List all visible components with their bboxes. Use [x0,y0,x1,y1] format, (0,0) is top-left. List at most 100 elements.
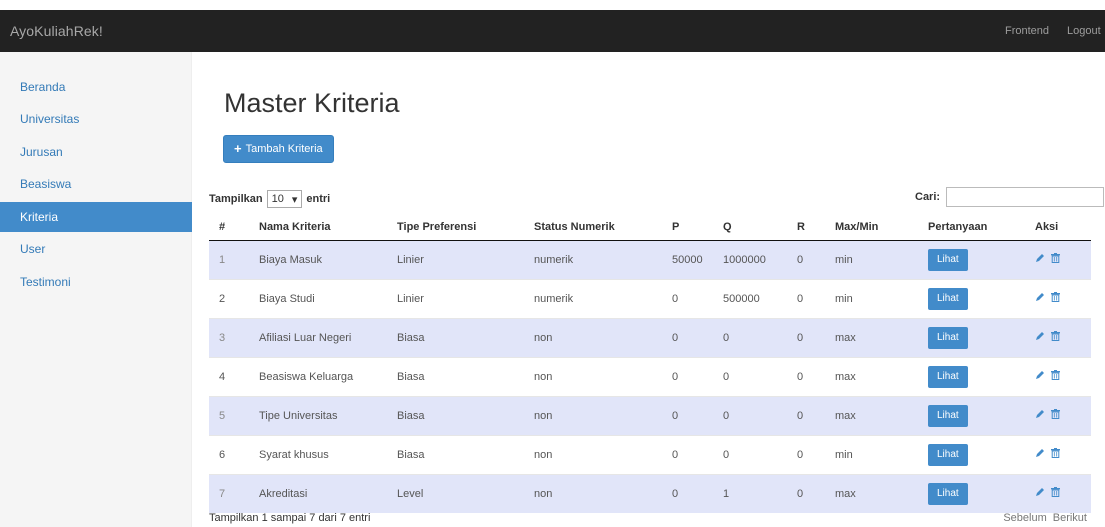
pencil-icon[interactable] [1035,409,1045,422]
table-cell: 5 [209,395,249,435]
column-header[interactable]: Nama Kriteria [249,214,387,241]
table-cell: min [825,278,918,318]
table-cell: Afiliasi Luar Negeri [249,317,387,357]
column-header[interactable]: Q [713,214,787,241]
question-cell: Lihat [918,356,1025,396]
action-cell [1025,473,1091,513]
column-header[interactable]: Pertanyaan [918,214,1025,241]
pencil-icon[interactable] [1035,487,1045,500]
table-cell: 1000000 [713,239,787,279]
view-questions-button[interactable]: Lihat [928,443,968,466]
length-value: 10 [271,193,284,205]
trash-icon[interactable] [1051,487,1060,500]
column-header[interactable]: Aksi [1025,214,1091,241]
pencil-icon[interactable] [1035,370,1045,383]
table-cell: 0 [662,395,713,435]
search-input[interactable] [946,187,1105,207]
pencil-icon[interactable] [1035,448,1045,461]
pencil-icon[interactable] [1035,331,1045,344]
table-cell: numerik [524,239,662,279]
view-questions-button[interactable]: Lihat [928,326,968,349]
table-cell: Akreditasi [249,473,387,513]
table-cell: 0 [787,239,825,279]
table-cell: non [524,473,662,513]
length-control: Tampilkan 10 ▾ entri [209,190,330,208]
sidebar-item-beranda[interactable]: Beranda [0,72,192,102]
length-prefix: Tampilkan [209,193,263,205]
table-cell: Level [387,473,524,513]
navbar-links: Frontend Logout [1005,25,1105,37]
next-page-button[interactable]: Berikut [1053,512,1087,524]
table-cell: min [825,434,918,474]
pencil-icon[interactable] [1035,292,1045,305]
trash-icon[interactable] [1051,292,1060,305]
table-cell: Linier [387,278,524,318]
table-cell: 0 [662,317,713,357]
column-header[interactable]: Tipe Preferensi [387,214,524,241]
trash-icon[interactable] [1051,370,1060,383]
sidebar-item-jurusan[interactable]: Jurusan [0,137,192,167]
table-header-row: # Nama Kriteria Tipe Preferensi Status N… [209,214,1091,241]
table-cell: 0 [662,434,713,474]
trash-icon[interactable] [1051,448,1060,461]
table-cell: 0 [662,356,713,396]
frontend-link[interactable]: Frontend [1005,25,1049,37]
column-header[interactable]: # [209,214,249,241]
table-row: 1 Biaya Masuk Linier numerik 50000 1000000 0 mi… [209,239,1091,279]
add-criteria-label: Tambah Kriteria [245,143,323,155]
add-criteria-button[interactable]: + Tambah Kriteria [223,135,334,163]
column-header[interactable]: P [662,214,713,241]
table-cell: Biaya Masuk [249,239,387,279]
action-cell [1025,317,1091,357]
length-select[interactable]: 10 ▾ [266,190,303,208]
table-row: 6 Syarat khusus Biasa non 0 0 0 min Lihat [209,434,1091,474]
brand-logo[interactable]: AyoKuliahRek! [10,23,103,39]
trash-icon[interactable] [1051,331,1060,344]
table-row: 7 Akreditasi Level non 0 1 0 max Lihat [209,473,1091,513]
view-questions-button[interactable]: Lihat [928,287,968,310]
trash-icon[interactable] [1051,409,1060,422]
view-questions-button[interactable]: Lihat [928,404,968,427]
sidebar-item-beasiswa[interactable]: Beasiswa [0,169,192,199]
sidebar-item-kriteria[interactable]: Kriteria [0,202,192,232]
table-cell: Biasa [387,317,524,357]
pencil-icon[interactable] [1035,253,1045,266]
chevron-down-icon: ▾ [291,193,298,206]
question-cell: Lihat [918,395,1025,435]
view-questions-button[interactable]: Lihat [928,482,968,505]
table-cell: 3 [209,317,249,357]
table-cell: 1 [713,473,787,513]
table-cell: 0 [787,317,825,357]
action-cell [1025,239,1091,279]
table-cell: 4 [209,356,249,396]
table-cell: non [524,317,662,357]
prev-page-button[interactable]: Sebelum [1003,512,1046,524]
column-header[interactable]: R [787,214,825,241]
table-row: 2 Biaya Studi Linier numerik 0 500000 0 min Liha… [209,278,1091,318]
top-strip [0,0,1105,10]
page-title: Master Kriteria [224,88,400,118]
table-cell: Syarat khusus [249,434,387,474]
sidebar-item-user[interactable]: User [0,234,192,264]
table-cell: 7 [209,473,249,513]
view-questions-button[interactable]: Lihat [928,248,968,271]
sidebar-item-universitas[interactable]: Universitas [0,104,192,134]
length-suffix: entri [306,193,331,205]
table-cell: Linier [387,239,524,279]
trash-icon[interactable] [1051,253,1060,266]
table-cell: max [825,317,918,357]
view-questions-button[interactable]: Lihat [928,365,968,388]
logout-link[interactable]: Logout [1067,25,1101,37]
table-cell: 0 [713,395,787,435]
sidebar: Beranda Universitas Jurusan Beasiswa Kri… [0,52,192,527]
column-header[interactable]: Max/Min [825,214,918,241]
table-cell: 1 [209,239,249,279]
table-cell: 0 [787,473,825,513]
navbar: AyoKuliahRek! Frontend Logout [0,10,1105,52]
column-header[interactable]: Status Numerik [524,214,662,241]
table-cell: 0 [787,395,825,435]
table-cell: 0 [662,473,713,513]
plus-icon: + [234,141,242,156]
sidebar-item-testimoni[interactable]: Testimoni [0,267,192,297]
question-cell: Lihat [918,278,1025,318]
